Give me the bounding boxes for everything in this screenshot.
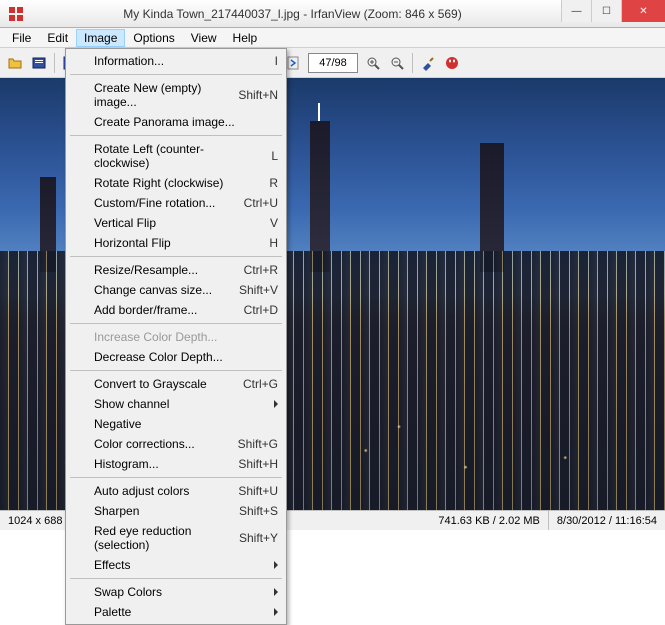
menu-item-shortcut: Ctrl+R bbox=[244, 263, 278, 277]
menu-item-rotate-left[interactable]: Rotate Left (counter-clockwise) L bbox=[68, 139, 284, 173]
menu-item-shortcut: Shift+H bbox=[238, 457, 278, 471]
menu-edit[interactable]: Edit bbox=[39, 29, 76, 47]
maximize-button[interactable]: ☐ bbox=[591, 0, 621, 22]
menu-item-label: Decrease Color Depth... bbox=[94, 350, 278, 364]
image-menu-dropdown: Information... I Create New (empty) imag… bbox=[65, 48, 287, 625]
menu-item-label: Custom/Fine rotation... bbox=[94, 196, 232, 210]
menu-item-label: Convert to Grayscale bbox=[94, 377, 231, 391]
zoom-out-icon[interactable] bbox=[386, 52, 408, 74]
menu-item-create-new[interactable]: Create New (empty) image... Shift+N bbox=[68, 78, 284, 112]
titlebar: My Kinda Town_217440037_l.jpg - IrfanVie… bbox=[0, 0, 665, 28]
menu-item-shortcut: Ctrl+U bbox=[244, 196, 278, 210]
menubar: File Edit Image Options View Help bbox=[0, 28, 665, 48]
menu-item-shortcut: I bbox=[275, 54, 278, 68]
menu-image[interactable]: Image bbox=[76, 29, 125, 47]
menu-item-resize[interactable]: Resize/Resample... Ctrl+R bbox=[68, 260, 284, 280]
image-counter-input[interactable]: 47/98 bbox=[308, 53, 358, 73]
menu-item-red-eye[interactable]: Red eye reduction (selection) Shift+Y bbox=[68, 521, 284, 555]
menu-item-shortcut: L bbox=[271, 149, 278, 163]
menu-item-label: Rotate Right (clockwise) bbox=[94, 176, 257, 190]
menu-item-shortcut: H bbox=[269, 236, 278, 250]
menu-item-label: Create New (empty) image... bbox=[94, 81, 226, 109]
menu-separator bbox=[70, 135, 282, 136]
menu-item-shortcut: V bbox=[270, 216, 278, 230]
menu-item-palette[interactable]: Palette bbox=[68, 602, 284, 622]
menu-item-information[interactable]: Information... I bbox=[68, 51, 284, 71]
menu-view[interactable]: View bbox=[183, 29, 225, 47]
status-filesize: 741.63 KB / 2.02 MB bbox=[430, 511, 549, 530]
menu-item-effects[interactable]: Effects bbox=[68, 555, 284, 575]
menu-item-shortcut: Shift+Y bbox=[239, 531, 278, 545]
app-icon bbox=[8, 6, 24, 22]
open-icon[interactable] bbox=[4, 52, 26, 74]
menu-item-rotate-right[interactable]: Rotate Right (clockwise) R bbox=[68, 173, 284, 193]
window-controls: — ☐ ✕ bbox=[561, 0, 665, 27]
menu-item-shortcut: Shift+U bbox=[238, 484, 278, 498]
menu-item-label: Color corrections... bbox=[94, 437, 226, 451]
menu-item-shortcut: Ctrl+G bbox=[243, 377, 278, 391]
menu-item-increase-depth: Increase Color Depth... bbox=[68, 327, 284, 347]
menu-item-label: Rotate Left (counter-clockwise) bbox=[94, 142, 259, 170]
menu-item-custom-rotation[interactable]: Custom/Fine rotation... Ctrl+U bbox=[68, 193, 284, 213]
menu-item-shortcut: Shift+V bbox=[239, 283, 278, 297]
menu-item-label: Sharpen bbox=[94, 504, 227, 518]
menu-item-label: Show channel bbox=[94, 397, 278, 411]
menu-separator bbox=[70, 477, 282, 478]
menu-item-swap-colors[interactable]: Swap Colors bbox=[68, 582, 284, 602]
menu-item-label: Red eye reduction (selection) bbox=[94, 524, 227, 552]
menu-item-shortcut: R bbox=[269, 176, 278, 190]
menu-item-histogram[interactable]: Histogram... Shift+H bbox=[68, 454, 284, 474]
menu-item-label: Effects bbox=[94, 558, 278, 572]
status-date: 8/30/2012 / 11:16:54 bbox=[549, 511, 665, 530]
menu-item-grayscale[interactable]: Convert to Grayscale Ctrl+G bbox=[68, 374, 284, 394]
menu-separator bbox=[70, 578, 282, 579]
menu-file[interactable]: File bbox=[4, 29, 39, 47]
menu-item-horizontal-flip[interactable]: Horizontal Flip H bbox=[68, 233, 284, 253]
menu-separator bbox=[70, 323, 282, 324]
menu-item-label: Auto adjust colors bbox=[94, 484, 226, 498]
menu-item-label: Increase Color Depth... bbox=[94, 330, 278, 344]
slideshow-icon[interactable] bbox=[28, 52, 50, 74]
menu-item-label: Add border/frame... bbox=[94, 303, 232, 317]
menu-separator bbox=[70, 370, 282, 371]
menu-item-auto-adjust[interactable]: Auto adjust colors Shift+U bbox=[68, 481, 284, 501]
settings-icon[interactable] bbox=[417, 52, 439, 74]
menu-item-label: Palette bbox=[94, 605, 278, 619]
menu-separator bbox=[70, 74, 282, 75]
menu-separator bbox=[70, 256, 282, 257]
menu-item-label: Change canvas size... bbox=[94, 283, 227, 297]
zoom-in-icon[interactable] bbox=[362, 52, 384, 74]
menu-item-label: Vertical Flip bbox=[94, 216, 258, 230]
menu-item-shortcut: Ctrl+D bbox=[244, 303, 278, 317]
toolbar-separator bbox=[412, 53, 413, 73]
close-button[interactable]: ✕ bbox=[621, 0, 665, 22]
menu-item-shortcut: Shift+N bbox=[238, 88, 278, 102]
toolbar-separator bbox=[54, 53, 55, 73]
menu-item-negative[interactable]: Negative bbox=[68, 414, 284, 434]
menu-item-vertical-flip[interactable]: Vertical Flip V bbox=[68, 213, 284, 233]
menu-options[interactable]: Options bbox=[125, 29, 182, 47]
menu-item-add-border[interactable]: Add border/frame... Ctrl+D bbox=[68, 300, 284, 320]
menu-item-label: Histogram... bbox=[94, 457, 226, 471]
menu-item-label: Information... bbox=[94, 54, 263, 68]
menu-item-show-channel[interactable]: Show channel bbox=[68, 394, 284, 414]
menu-help[interactable]: Help bbox=[225, 29, 266, 47]
menu-item-canvas-size[interactable]: Change canvas size... Shift+V bbox=[68, 280, 284, 300]
skyline-decoration bbox=[310, 121, 330, 272]
menu-item-shortcut: Shift+G bbox=[238, 437, 278, 451]
menu-item-decrease-depth[interactable]: Decrease Color Depth... bbox=[68, 347, 284, 367]
menu-item-label: Horizontal Flip bbox=[94, 236, 257, 250]
menu-item-shortcut: Shift+S bbox=[239, 504, 278, 518]
menu-item-sharpen[interactable]: Sharpen Shift+S bbox=[68, 501, 284, 521]
minimize-button[interactable]: — bbox=[561, 0, 591, 22]
menu-item-label: Resize/Resample... bbox=[94, 263, 232, 277]
about-icon[interactable] bbox=[441, 52, 463, 74]
menu-item-label: Create Panorama image... bbox=[94, 115, 278, 129]
menu-item-label: Negative bbox=[94, 417, 278, 431]
menu-item-create-panorama[interactable]: Create Panorama image... bbox=[68, 112, 284, 132]
window-title: My Kinda Town_217440037_l.jpg - IrfanVie… bbox=[24, 7, 561, 21]
menu-item-color-corrections[interactable]: Color corrections... Shift+G bbox=[68, 434, 284, 454]
menu-item-label: Swap Colors bbox=[94, 585, 278, 599]
